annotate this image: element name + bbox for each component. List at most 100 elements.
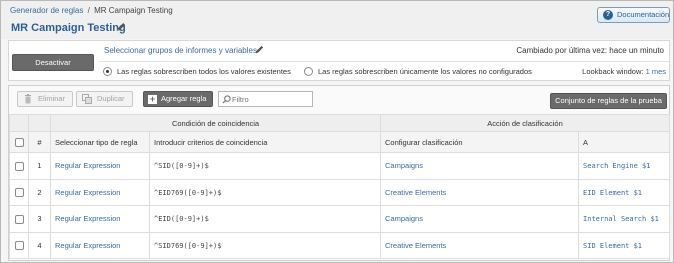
add-rule-button[interactable]: + Agregar regla — [143, 91, 213, 107]
row-number: 2 — [28, 178, 51, 206]
header-bar: Generador de reglas / MR Campaign Testin… — [1, 1, 673, 39]
to-cell: EID Element $1 — [578, 178, 671, 206]
question-icon: ? — [603, 10, 613, 20]
column-number-header: # — [28, 131, 51, 153]
test-ruleset-button[interactable]: Conjunto de reglas de la prueba — [550, 93, 667, 109]
table-row: 3 Regular Expression ^EID([0-9]+)$ Campa… — [9, 205, 671, 233]
column-set-classification-header: Configurar clasificación — [380, 131, 580, 153]
overwrite-unset-radio[interactable] — [304, 67, 313, 76]
classification-link[interactable]: Campaigns — [385, 214, 423, 223]
group-header-blank — [9, 114, 29, 132]
documentation-label: Documentación — [617, 10, 670, 19]
rules-table: Condición de coincidencia Acción de clas… — [9, 114, 671, 259]
row-select-cell — [9, 178, 29, 206]
add-rule-label: Agregar regla — [161, 94, 207, 103]
classification-link[interactable]: Creative Elements — [385, 188, 446, 197]
match-criteria-cell: ^EID769([0-9]+)$ — [148, 178, 382, 206]
match-criteria-cell: ^SID([0-9]+)$ — [148, 152, 382, 180]
trash-icon — [25, 94, 31, 104]
duplicate-icon — [82, 94, 92, 104]
pencil-icon[interactable] — [115, 21, 127, 33]
rules-panel: Eliminar Duplicar + Agregar regla Filtro… — [8, 85, 671, 261]
deactivate-button[interactable]: Desactivar — [12, 54, 94, 71]
breadcrumb-separator: / — [87, 6, 90, 15]
to-value[interactable]: SID Element $1 — [583, 242, 642, 250]
overwrite-unset-label: Las reglas sobrescriben únicamente los v… — [318, 67, 532, 76]
page-title: MR Campaign Testing — [11, 22, 126, 34]
ruleset-settings: Desactivar Seleccionar grupos de informe… — [8, 40, 670, 81]
row-checkbox[interactable] — [14, 241, 24, 250]
group-header-blank — [28, 114, 51, 132]
match-criteria-cell: ^SID769([0-9]+)$ — [148, 231, 382, 259]
lookback-value-link[interactable]: 1 mes — [646, 67, 666, 76]
overwrite-options: Las reglas sobrescriben todos los valore… — [99, 61, 669, 79]
classification-action-header: Acción de clasificación — [380, 114, 671, 132]
table-row: 4 Regular Expression ^SID769([0-9]+)$ Cr… — [9, 231, 671, 259]
delete-button[interactable]: Eliminar — [17, 91, 73, 107]
row-select-cell — [9, 205, 29, 233]
breadcrumb: Generador de reglas / MR Campaign Testin… — [10, 6, 173, 15]
match-criteria-cell: ^EID([0-9]+)$ — [148, 205, 382, 233]
select-all-cell — [9, 131, 29, 153]
filter-input[interactable] — [232, 93, 310, 105]
column-rule-type-header: Seleccionar tipo de regla — [50, 131, 150, 153]
match-criteria-value[interactable]: ^SID769([0-9]+)$ — [154, 242, 221, 250]
row-checkbox[interactable] — [14, 161, 24, 171]
overwrite-all-radio[interactable] — [103, 67, 112, 76]
plus-icon: + — [148, 94, 157, 104]
classification-link[interactable]: Campaigns — [385, 161, 423, 170]
to-cell: Search Engine $1 — [578, 152, 671, 180]
duplicate-button[interactable]: Duplicar — [76, 91, 133, 107]
to-cell: Internal Search $1 — [578, 205, 671, 233]
classification-link[interactable]: Creative Elements — [385, 241, 446, 250]
duplicate-label: Duplicar — [97, 94, 125, 103]
to-value[interactable]: Internal Search $1 — [583, 215, 659, 223]
to-value[interactable]: Search Engine $1 — [583, 162, 650, 170]
classification-cell: Campaigns — [380, 152, 580, 180]
table-row: 1 Regular Expression ^SID([0-9]+)$ Campa… — [9, 152, 671, 180]
match-condition-header: Condición de coincidencia — [49, 114, 382, 132]
lookback-label: Lookback window: — [582, 67, 644, 76]
rule-type-link[interactable]: Regular Expression — [55, 241, 120, 250]
lookback-window: Lookback window: 1 mes — [582, 67, 666, 76]
row-number: 1 — [28, 152, 51, 180]
rule-type-link[interactable]: Regular Expression — [55, 188, 120, 197]
table-group-header: Condición de coincidencia Acción de clas… — [9, 114, 671, 132]
table-row: 2 Regular Expression ^EID769([0-9]+)$ Cr… — [9, 178, 671, 206]
overwrite-all-label: Las reglas sobrescriben todos los valore… — [117, 67, 291, 76]
search-icon — [222, 95, 231, 104]
filter-field[interactable] — [218, 91, 313, 107]
classification-cell: Campaigns — [380, 205, 580, 233]
rule-type-cell: Regular Expression — [50, 231, 150, 259]
rule-builder-window: Generador de reglas / MR Campaign Testin… — [0, 0, 674, 263]
match-criteria-value[interactable]: ^EID([0-9]+)$ — [154, 215, 209, 223]
table-column-header: # Seleccionar tipo de regla Introducir c… — [9, 131, 671, 153]
select-all-checkbox[interactable] — [14, 137, 24, 147]
delete-label: Eliminar — [38, 94, 66, 103]
last-changed-text: Cambiado por última vez: hace un minuto — [516, 46, 664, 55]
row-select-cell — [9, 231, 29, 259]
classification-cell: Creative Elements — [380, 231, 580, 259]
rule-type-link[interactable]: Regular Expression — [55, 214, 120, 223]
row-checkbox[interactable] — [14, 188, 24, 197]
breadcrumb-current: MR Campaign Testing — [94, 6, 173, 15]
rule-type-cell: Regular Expression — [50, 205, 150, 233]
pencil-icon[interactable] — [254, 44, 265, 55]
match-criteria-value[interactable]: ^EID769([0-9]+)$ — [154, 189, 221, 197]
rules-toolbar: Eliminar Duplicar + Agregar regla Filtro… — [9, 86, 669, 114]
rule-type-cell: Regular Expression — [50, 178, 150, 206]
report-suites-link[interactable]: Seleccionar grupos de informes y variabl… — [104, 46, 257, 55]
rule-type-link[interactable]: Regular Expression — [55, 161, 120, 170]
row-checkbox[interactable] — [14, 214, 24, 224]
classification-cell: Creative Elements — [380, 178, 580, 206]
rule-type-cell: Regular Expression — [50, 152, 150, 180]
row-number: 3 — [28, 205, 51, 233]
column-to-header: A — [578, 131, 671, 153]
documentation-button[interactable]: ? Documentación — [597, 7, 670, 23]
to-value[interactable]: EID Element $1 — [583, 189, 642, 197]
row-number: 4 — [28, 231, 51, 259]
row-select-cell — [9, 152, 29, 180]
breadcrumb-root-link[interactable]: Generador de reglas — [10, 6, 83, 15]
match-criteria-value[interactable]: ^SID([0-9]+)$ — [154, 162, 209, 170]
column-match-criteria-header: Introducir criterios de coincidencia — [148, 131, 382, 153]
